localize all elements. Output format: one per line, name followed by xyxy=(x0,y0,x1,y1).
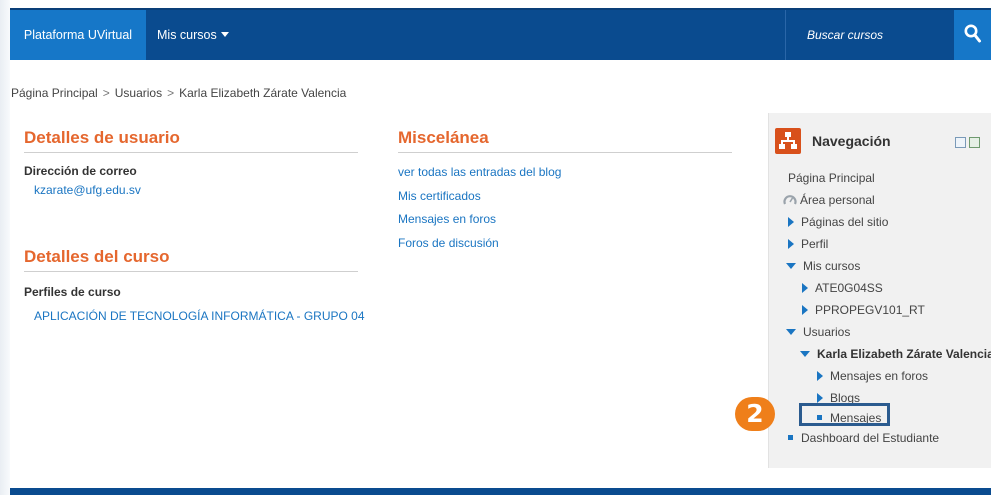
triangle-down-icon xyxy=(786,329,796,335)
triangle-right-icon xyxy=(817,371,823,381)
nav-item-label: Páginas del sitio xyxy=(801,215,889,229)
user-details-title: Detalles de usuario xyxy=(24,128,180,147)
search-input[interactable]: Buscar cursos xyxy=(785,10,954,60)
sitemap-icon xyxy=(775,128,801,154)
nav-item-label: Karla Elizabeth Zárate Valencia xyxy=(817,347,991,361)
nav-item-label: Mis cursos xyxy=(803,259,861,273)
nav-item-label: Usuarios xyxy=(803,325,851,339)
breadcrumb: Página Principal > Usuarios > Karla Elizabet… xyxy=(11,86,346,100)
nav-item-dashboard[interactable]: Área personal xyxy=(783,193,875,207)
nav-item-users[interactable]: Usuarios xyxy=(786,325,850,339)
breadcrumb-home[interactable]: Página Principal xyxy=(11,86,98,100)
triangle-right-icon xyxy=(802,283,808,293)
breadcrumb-users[interactable]: Usuarios xyxy=(115,86,162,100)
triangle-down-icon xyxy=(800,351,810,357)
misc-link-blog[interactable]: ver todas las entradas del blog xyxy=(398,165,561,179)
breadcrumb-current-user: Karla Elizabeth Zárate Valencia xyxy=(179,86,347,100)
nav-item-label: ATE0G04SS xyxy=(815,281,883,295)
nav-item-label: Perfil xyxy=(801,237,829,251)
dock-block-icon[interactable] xyxy=(955,137,966,148)
nav-item-home[interactable]: Página Principal xyxy=(788,171,875,185)
section-divider xyxy=(24,152,358,153)
breadcrumb-separator: > xyxy=(102,86,110,100)
course-profile-link[interactable]: APLICACIÓN DE TECNOLOGÍA INFORMÁTICA - G… xyxy=(34,309,365,323)
nav-item-site-pages[interactable]: Páginas del sitio xyxy=(788,215,888,229)
collapse-block-icon[interactable] xyxy=(969,137,980,148)
course-details-title: Detalles del curso xyxy=(24,247,170,266)
triangle-down-icon xyxy=(786,263,796,269)
navigation-title: Navegación xyxy=(812,133,891,149)
square-bullet-icon xyxy=(788,435,793,440)
brand-link[interactable]: Plataforma UVirtual xyxy=(10,10,146,60)
my-courses-label: Mis cursos xyxy=(157,28,217,42)
nav-item-my-courses[interactable]: Mis cursos xyxy=(786,259,860,273)
nav-item-label: Página Principal xyxy=(788,171,875,185)
misc-link-forum-discussions[interactable]: Foros de discusión xyxy=(398,236,499,250)
course-profiles-label: Perfiles de curso xyxy=(24,285,121,299)
search-button[interactable] xyxy=(954,10,991,60)
triangle-right-icon xyxy=(788,239,794,249)
breadcrumb-separator: > xyxy=(167,86,175,100)
nav-item-forum-posts[interactable]: Mensajes en foros xyxy=(817,369,928,383)
section-divider xyxy=(24,271,358,272)
nav-item-current-user[interactable]: Karla Elizabeth Zárate Valencia xyxy=(800,347,991,361)
step-number-badge: 2 xyxy=(735,397,775,431)
triangle-right-icon xyxy=(802,305,808,315)
misc-link-forum-posts[interactable]: Mensajes en foros xyxy=(398,212,496,226)
nav-item-course-ppropegv101[interactable]: PPROPEGV101_RT xyxy=(802,303,925,317)
email-label: Dirección de correo xyxy=(24,164,137,178)
email-link[interactable]: kzarate@ufg.edu.sv xyxy=(34,183,141,197)
nav-item-label: Mensajes en foros xyxy=(830,369,929,383)
triangle-right-icon xyxy=(788,217,794,227)
nav-item-student-dashboard[interactable]: Dashboard del Estudiante xyxy=(788,431,939,445)
footer-bar xyxy=(10,488,991,495)
search-icon xyxy=(964,24,981,43)
highlight-box xyxy=(799,403,890,426)
section-divider xyxy=(398,152,732,153)
page-left-edge xyxy=(0,0,10,495)
nav-item-label: PPROPEGV101_RT xyxy=(815,303,925,317)
dashboard-icon xyxy=(783,195,797,205)
nav-item-label: Área personal xyxy=(800,193,875,207)
nav-item-label: Dashboard del Estudiante xyxy=(801,431,940,445)
triangle-right-icon xyxy=(817,393,823,403)
nav-item-profile[interactable]: Perfil xyxy=(788,237,828,251)
nav-item-course-ate0g04ss[interactable]: ATE0G04SS xyxy=(802,281,883,295)
misc-title: Miscelánea xyxy=(398,128,489,147)
top-navbar: Plataforma UVirtual Mis cursos Buscar cu… xyxy=(10,8,991,60)
my-courses-menu[interactable]: Mis cursos xyxy=(157,10,229,60)
caret-down-icon xyxy=(220,32,229,37)
misc-link-certificates[interactable]: Mis certificados xyxy=(398,189,481,203)
